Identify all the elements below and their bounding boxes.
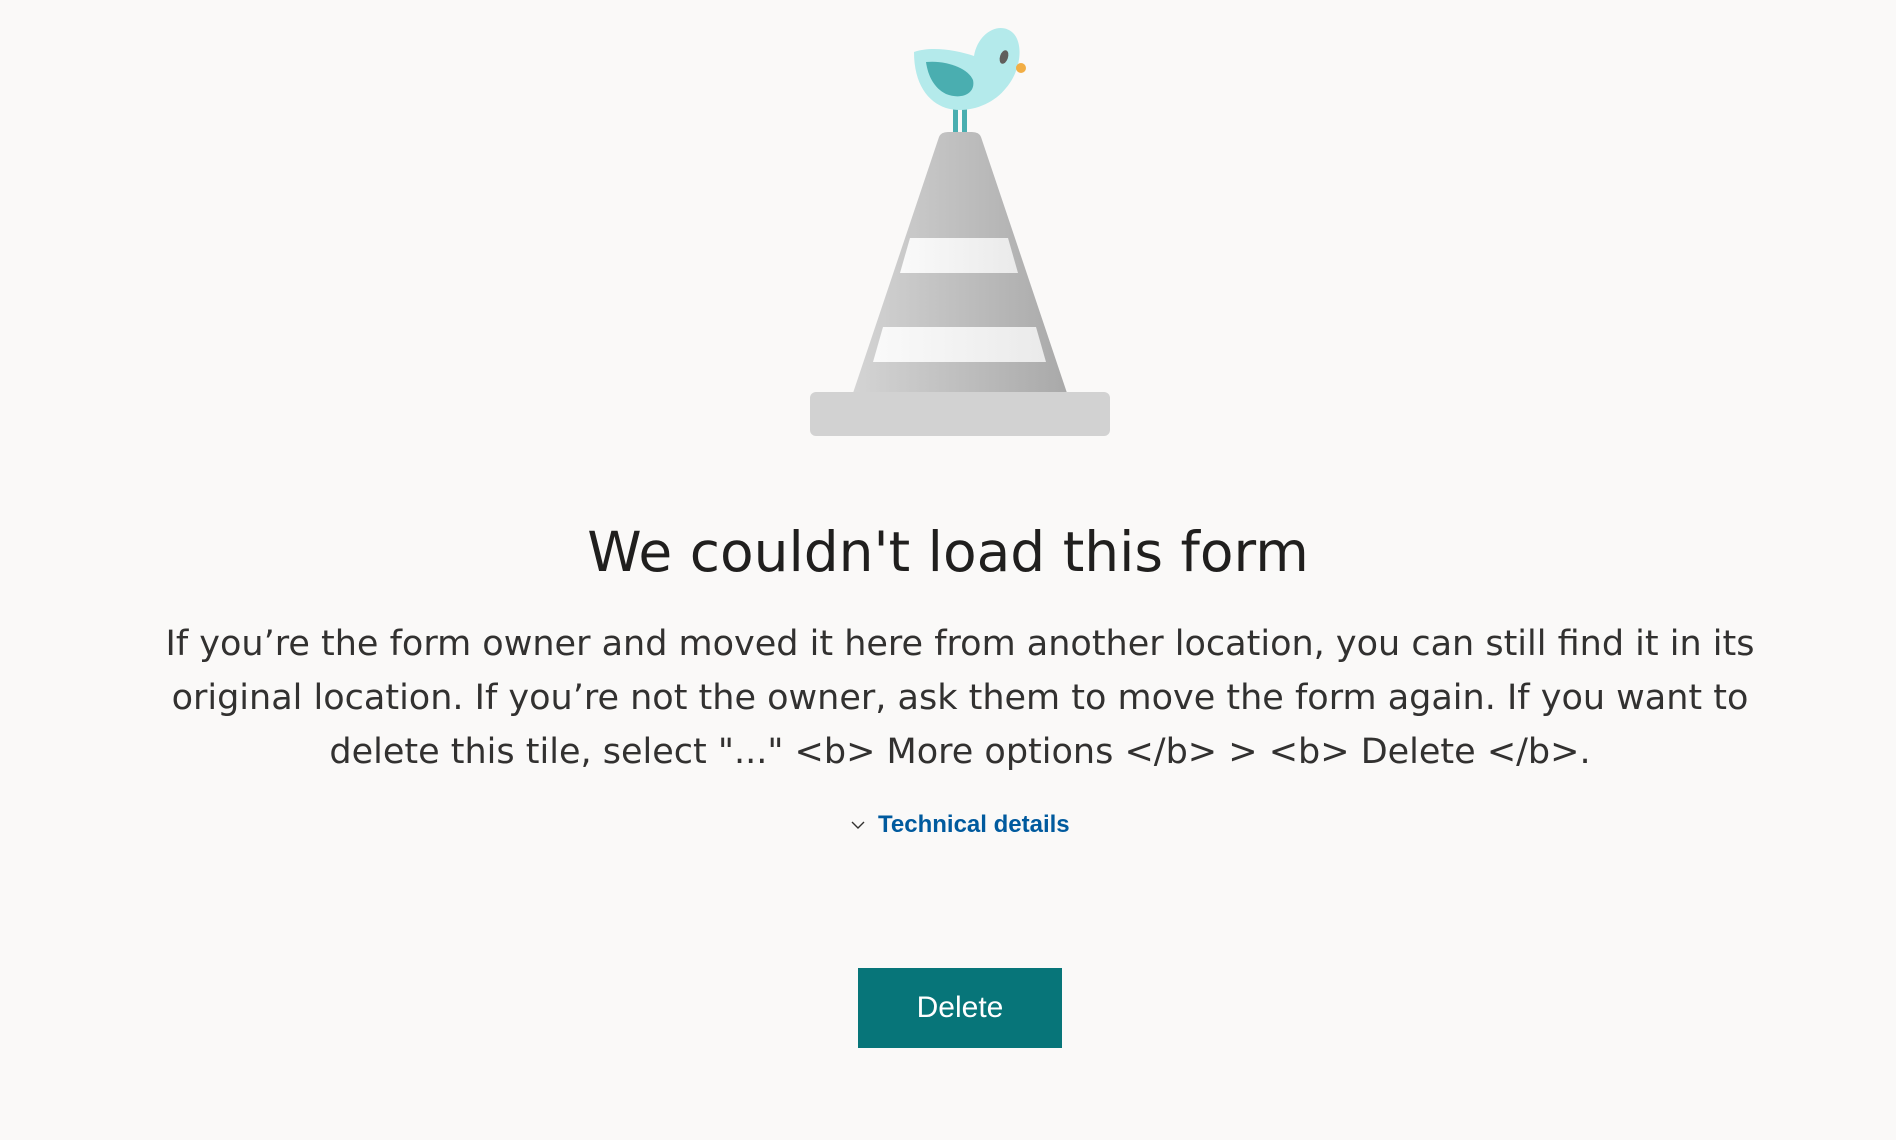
error-message: If you’re the form owner and moved it he… [165,624,1755,772]
delete-button[interactable]: Delete [858,968,1062,1048]
bird-icon [914,28,1026,110]
error-page: We couldn't load this form If you’re the… [0,0,1896,1140]
traffic-cone-bird-illustration [810,28,1110,436]
chevron-down-icon [851,821,865,829]
traffic-cone [810,132,1110,436]
technical-details-label: Technical details [878,811,1070,838]
page-title: We couldn't load this form [587,520,1309,584]
technical-details-toggle[interactable]: Technical details [850,808,1070,842]
